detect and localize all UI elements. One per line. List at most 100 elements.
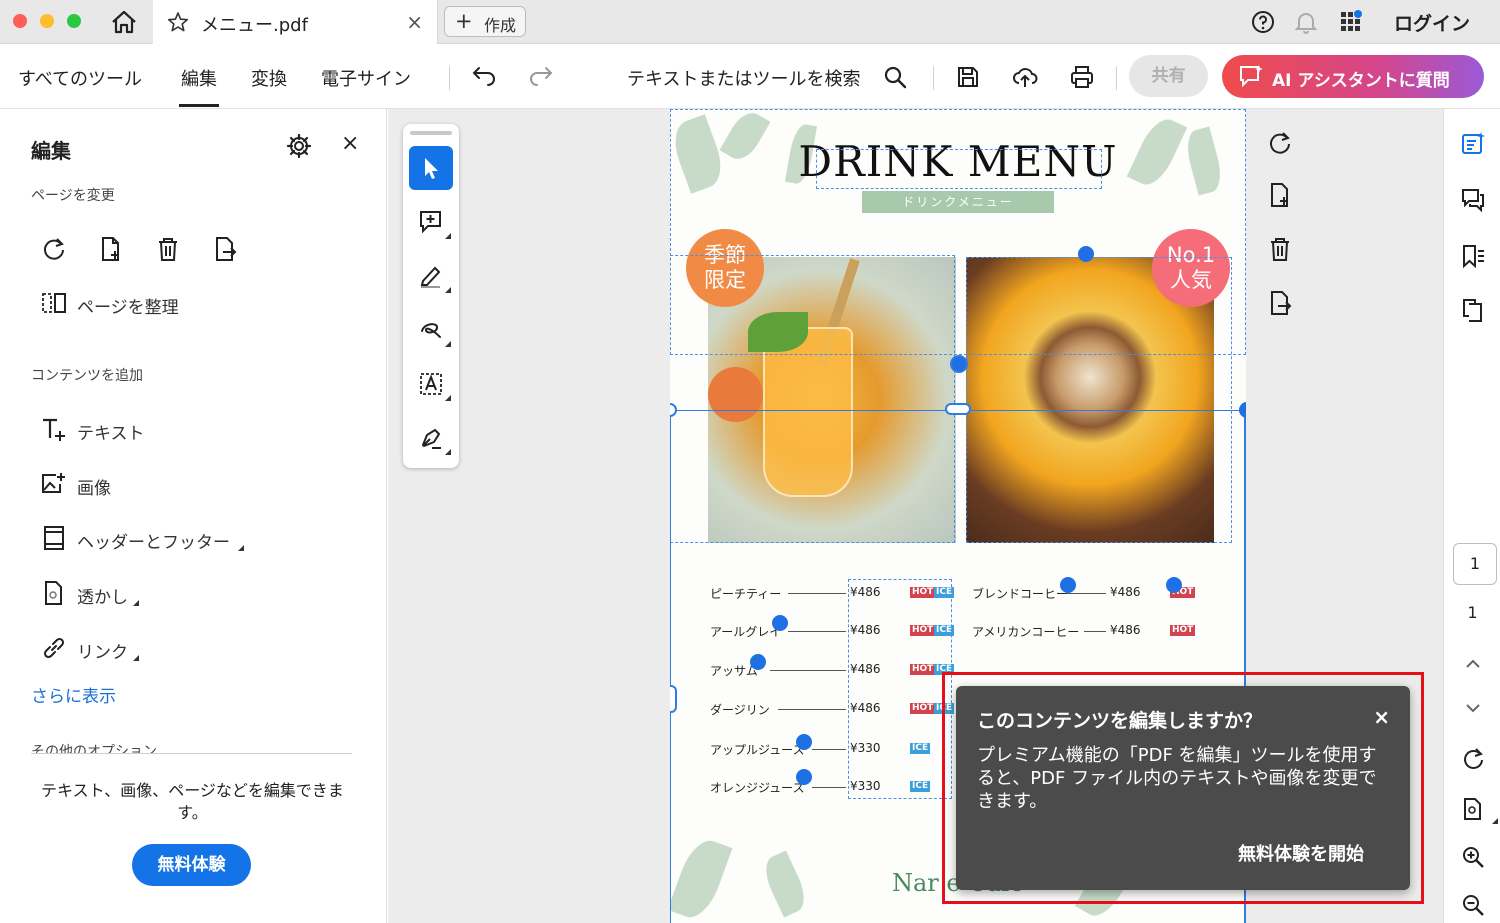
tab-bar: メニュー.pdf × + 作成 ログイン: [0, 0, 1500, 44]
resize-handle[interactable]: [670, 685, 677, 713]
menu-edit[interactable]: 編集: [179, 65, 219, 107]
popup-title: このコンテンツを編集しますか？: [977, 710, 1263, 732]
chevron-up-icon[interactable]: [1460, 651, 1486, 677]
insert-page-icon[interactable]: [1266, 181, 1294, 209]
right-image-outline[interactable]: [966, 257, 1232, 543]
expand-triangle-icon: [133, 655, 139, 661]
menu-item-price[interactable]: ¥486: [1110, 623, 1141, 637]
draw-tool-button[interactable]: [409, 308, 453, 352]
premium-crown-icon: [1239, 402, 1246, 418]
insert-page-icon[interactable]: [97, 235, 125, 263]
watermark-item[interactable]: 透かし: [77, 583, 128, 608]
text-box-tool-button[interactable]: [409, 362, 453, 406]
fountain-pen-icon: [421, 428, 441, 449]
upload-cloud-icon[interactable]: [1012, 64, 1038, 90]
rotate-page-icon[interactable]: [40, 235, 68, 263]
add-text-item[interactable]: テキスト: [77, 419, 145, 444]
undo-icon[interactable]: [471, 64, 497, 90]
menu-item-name[interactable]: ダージリン: [710, 701, 770, 718]
save-icon[interactable]: [955, 64, 981, 90]
apps-grid-icon[interactable]: [1338, 9, 1364, 35]
leader-line: [812, 787, 846, 788]
extract-page-icon[interactable]: [1266, 289, 1294, 317]
link-item[interactable]: リンク: [77, 638, 128, 663]
menu-e-sign[interactable]: 電子サイン: [321, 65, 411, 91]
leader-line: [1084, 631, 1106, 632]
menu-convert[interactable]: 変換: [251, 65, 287, 91]
close-window-button[interactable]: [13, 14, 27, 28]
document-tab[interactable]: メニュー.pdf ×: [153, 0, 438, 44]
menu-item-name[interactable]: アメリカンコーヒー: [972, 623, 1079, 640]
watermark-icon: [45, 581, 62, 605]
current-page-input[interactable]: 1: [1453, 543, 1497, 585]
menu-item-price[interactable]: ¥486: [1110, 585, 1141, 599]
freehand-draw-icon: [421, 323, 441, 338]
document-zoom-icon[interactable]: [1460, 796, 1486, 822]
toolbar-divider: [449, 66, 450, 90]
star-icon[interactable]: [167, 11, 189, 33]
notification-bell-icon[interactable]: [1293, 9, 1319, 35]
title-text-outline[interactable]: [816, 149, 1102, 189]
search-icon[interactable]: [882, 64, 908, 90]
login-button[interactable]: ログイン: [1394, 9, 1470, 36]
close-popup-icon[interactable]: ×: [1373, 705, 1390, 729]
comment-tool-button[interactable]: [409, 200, 453, 244]
premium-crown-icon: [772, 615, 788, 631]
minimize-window-button[interactable]: [40, 14, 54, 28]
create-button[interactable]: + 作成: [444, 6, 526, 37]
help-icon[interactable]: [1250, 9, 1276, 35]
extract-page-icon[interactable]: [211, 235, 239, 263]
close-panel-icon[interactable]: ×: [341, 131, 359, 156]
share-button[interactable]: 共有: [1129, 55, 1208, 97]
gear-icon[interactable]: [286, 133, 312, 159]
select-tool-button[interactable]: [409, 146, 453, 190]
free-trial-button[interactable]: 無料体験: [132, 844, 251, 886]
zoom-out-icon[interactable]: [1460, 892, 1486, 918]
expand-triangle-icon: [133, 600, 139, 606]
ai-edit-icon[interactable]: [1460, 131, 1486, 157]
delete-page-icon[interactable]: [154, 235, 182, 263]
menu-item-name[interactable]: ピーチティー: [710, 585, 781, 602]
pages-thumbnail-icon[interactable]: [1460, 297, 1486, 323]
expand-triangle-icon: [238, 545, 244, 551]
organize-pages-item[interactable]: ページを整理: [77, 293, 179, 318]
expand-triangle-icon: [445, 287, 451, 293]
zoom-in-icon[interactable]: [1460, 844, 1486, 870]
close-tab-icon[interactable]: ×: [406, 10, 423, 34]
search-tools-field[interactable]: テキストまたはツールを検索: [627, 65, 860, 91]
sign-tool-button[interactable]: [409, 416, 453, 460]
add-text-icon: [43, 418, 65, 441]
bookmarks-icon[interactable]: [1460, 243, 1486, 269]
resize-handle[interactable]: [945, 403, 971, 415]
home-icon[interactable]: [110, 9, 138, 35]
rotate-page-icon[interactable]: [1266, 129, 1294, 157]
menu-item-name[interactable]: アップルジュース: [710, 741, 805, 758]
menu-item-name[interactable]: ブレンドコーヒー: [972, 585, 1068, 602]
edit-panel: 編集 × ページを変更 ページを整理 コンテンツを追加 テキスト 画像 ヘッダー…: [0, 109, 387, 923]
rotate-handle[interactable]: [950, 355, 968, 373]
comments-icon[interactable]: [1460, 187, 1486, 213]
delete-page-icon[interactable]: [1266, 235, 1294, 263]
chevron-down-icon[interactable]: [1460, 695, 1486, 721]
hot-tag: HOT: [1170, 625, 1196, 636]
menu-item-name[interactable]: アールグレイ: [710, 623, 781, 640]
header-footer-item[interactable]: ヘッダーとフッター: [77, 528, 230, 553]
redo-icon[interactable]: [528, 64, 554, 90]
menu-item-name[interactable]: オレンジジュース: [710, 779, 805, 796]
popup-body: プレミアム機能の「PDF を編集」ツールを使用すると、PDF ファイル内のテキス…: [977, 745, 1377, 812]
start-free-trial-button[interactable]: 無料体験を開始: [1238, 840, 1364, 866]
selection-left-edge: [670, 410, 671, 923]
show-more-link[interactable]: さらに表示: [31, 682, 116, 707]
left-image-outline[interactable]: [670, 255, 955, 543]
other-options-heading[interactable]: その他のオプション: [31, 741, 157, 753]
document-tab-title: メニュー.pdf: [201, 15, 308, 36]
maximize-window-button[interactable]: [67, 14, 81, 28]
ai-assistant-button[interactable]: AI アシスタントに質問: [1222, 55, 1484, 98]
refresh-icon[interactable]: [1460, 746, 1486, 772]
add-image-item[interactable]: 画像: [77, 474, 111, 499]
menu-all-tools[interactable]: すべてのツール: [18, 65, 142, 91]
price-column-outline[interactable]: [848, 579, 952, 799]
drag-handle[interactable]: [410, 131, 452, 135]
highlight-tool-button[interactable]: [409, 254, 453, 298]
print-icon[interactable]: [1069, 64, 1095, 90]
